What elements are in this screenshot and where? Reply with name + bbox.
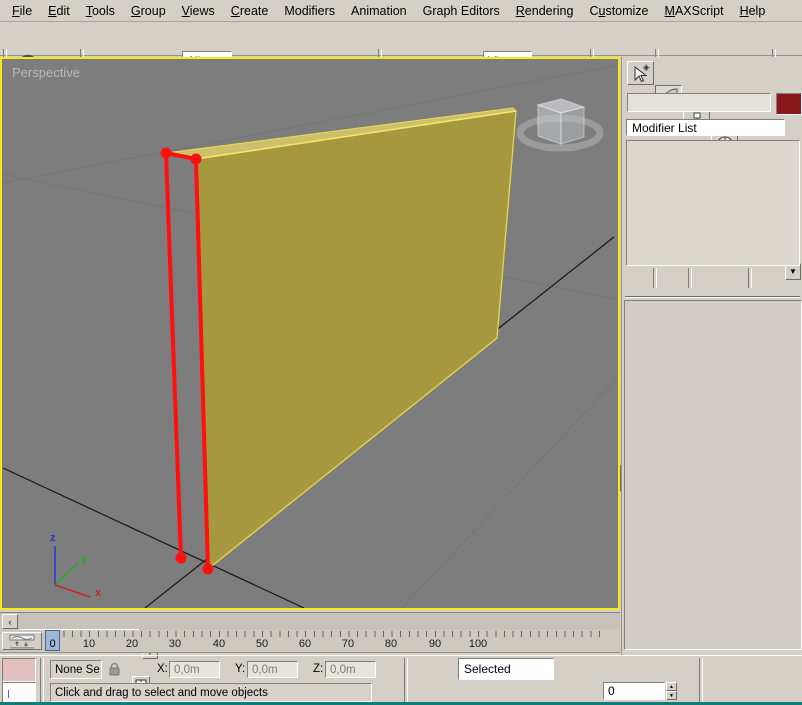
menu-maxscript[interactable]: MAXScript (657, 2, 732, 20)
rollout-area[interactable] (624, 300, 802, 650)
main-toolbar: All ▼ View ▼ (0, 22, 802, 56)
stack-separator (653, 268, 657, 288)
ruler-label: 90 (429, 638, 441, 650)
key-mode-dropdown[interactable]: Selected (458, 658, 554, 680)
menu-group[interactable]: Group (123, 2, 174, 20)
object-name-field[interactable] (627, 93, 771, 112)
z-coord-field[interactable]: 0,0m (325, 661, 376, 678)
create-icon (631, 63, 651, 83)
axis-y-label: y (81, 553, 88, 565)
status-bar: None Se X: 0,0m Y: 0,0m Z: 0,0m Click an… (0, 655, 802, 705)
panel-divider (625, 296, 800, 298)
chevron-down-icon: ▼ (789, 267, 797, 276)
viewport-label[interactable]: Perspective (12, 65, 80, 80)
menu-create[interactable]: Create (223, 2, 277, 20)
menu-customize[interactable]: Customize (581, 2, 656, 20)
time-slider-row: ‹ 0 / 100 › (0, 612, 620, 630)
mini-curve-editor-icon (9, 634, 35, 649)
menu-tools[interactable]: Tools (78, 2, 123, 20)
ruler-label: 80 (385, 638, 397, 650)
chevron-left-icon: ‹ (9, 617, 12, 627)
open-mini-curve-editor-button[interactable] (2, 632, 42, 650)
status-prompt-field: Click and drag to select and move object… (50, 683, 372, 702)
ruler-label: 30 (169, 638, 181, 650)
axis-x-label: x (95, 587, 102, 599)
z-coord-label: Z: (313, 663, 323, 675)
menu-modifiers[interactable]: Modifiers (276, 2, 343, 20)
text-cursor (8, 690, 9, 698)
current-frame-marker[interactable]: 0 (45, 630, 60, 651)
y-coord-field[interactable]: 0,0m (247, 661, 298, 678)
3ds-max-window: File Edit Tools Group Views Create Modif… (0, 0, 802, 705)
modifier-list-dropdown[interactable]: Modifier List (626, 119, 785, 136)
perspective-viewport[interactable]: z y x Perspective (0, 57, 620, 610)
menu-edit[interactable]: Edit (40, 2, 78, 20)
tab-create[interactable] (627, 61, 654, 85)
lock-icon (108, 662, 121, 676)
status-separator (699, 658, 703, 704)
wall-object[interactable] (166, 108, 516, 569)
selection-lock-toggle[interactable] (106, 661, 122, 677)
ruler-label: 20 (126, 638, 138, 650)
axis-z-label: z (50, 532, 56, 544)
x-coord-label: X: (157, 663, 168, 675)
ruler-label: 50 (256, 638, 268, 650)
stack-separator (748, 268, 752, 288)
selection-status-field: None Se (50, 660, 102, 679)
command-panel: Modifier List ▼ (621, 57, 802, 655)
current-frame-field[interactable]: 0 (603, 682, 665, 700)
menu-help[interactable]: Help (732, 2, 774, 20)
world-axis-tripod: z y x (50, 532, 102, 599)
x-coord-field[interactable]: 0,0m (169, 661, 220, 678)
ruler-label: 40 (213, 638, 225, 650)
status-separator (404, 658, 408, 704)
track-bar[interactable]: 10 20 30 40 50 60 70 80 90 100 0 (0, 630, 620, 653)
ruler-label: 60 (299, 638, 311, 650)
menu-file[interactable]: File (4, 2, 40, 20)
viewcube[interactable] (520, 99, 600, 148)
modifier-stack-list[interactable] (626, 140, 800, 266)
frame-spinner[interactable]: ▲ ▼ (666, 682, 677, 700)
ruler-label: 10 (83, 638, 95, 650)
menu-views[interactable]: Views (174, 2, 223, 20)
y-coord-label: Y: (235, 663, 245, 675)
ruler-label: 100 (469, 638, 487, 650)
spinner-down-icon[interactable]: ▼ (666, 691, 677, 700)
object-color-swatch[interactable] (776, 93, 802, 115)
menu-animation[interactable]: Animation (343, 2, 415, 20)
viewport-canvas: z y x (2, 59, 618, 608)
menu-bar: File Edit Tools Group Views Create Modif… (0, 0, 802, 22)
menu-rendering[interactable]: Rendering (508, 2, 582, 20)
time-slider-prev-arrow[interactable]: ‹ (2, 614, 18, 629)
maxscript-macro-recorder-line[interactable] (2, 658, 36, 682)
ruler-ticks (46, 631, 602, 637)
spinner-up-icon[interactable]: ▲ (666, 682, 677, 691)
ruler-label: 70 (342, 638, 354, 650)
stack-separator (688, 268, 692, 288)
menu-graph-editors[interactable]: Graph Editors (415, 2, 508, 20)
status-separator (40, 658, 44, 704)
